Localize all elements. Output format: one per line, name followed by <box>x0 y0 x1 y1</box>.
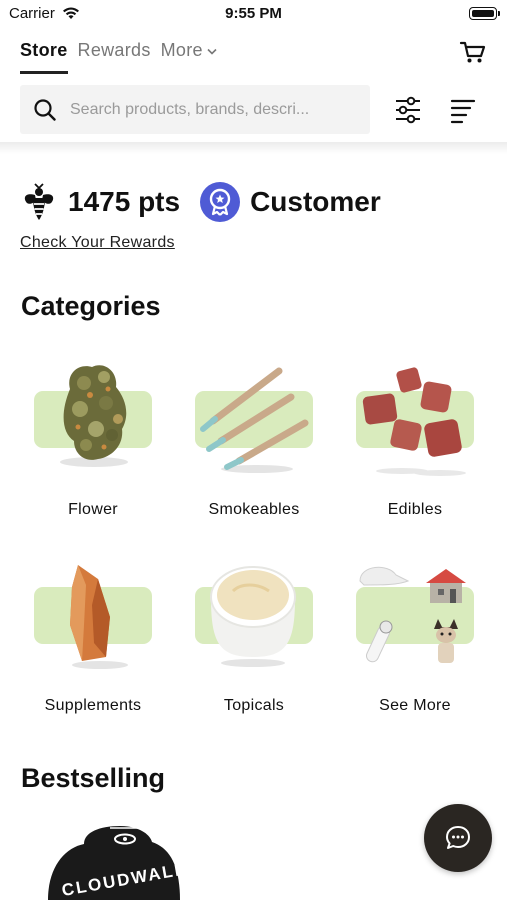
category-see-more[interactable]: See More <box>342 545 502 715</box>
see-more-image <box>359 566 466 663</box>
category-label: Flower <box>68 501 118 518</box>
category-smokeables[interactable]: Smokeables <box>181 349 341 519</box>
category-label: Edibles <box>387 501 443 518</box>
supplements-image <box>70 565 128 669</box>
chat-bubble-icon <box>446 826 470 849</box>
chevron-down-icon <box>207 48 217 55</box>
edibles-image <box>362 367 466 476</box>
tab-rewards[interactable]: Rewards <box>78 38 151 76</box>
search-input[interactable] <box>70 97 360 123</box>
sort-icon[interactable] <box>450 98 476 124</box>
bee-icon <box>24 183 54 220</box>
search-icon <box>34 99 56 121</box>
search-bar <box>20 85 370 134</box>
categories-title: Categories <box>21 291 161 321</box>
rewards-summary: 1475 pts Customer <box>22 182 381 222</box>
tier-name: Customer <box>250 186 381 217</box>
cloudwalker-logo: CLOUDWALKER <box>48 826 200 900</box>
brand-logo[interactable]: CLOUDWALKER <box>40 826 200 900</box>
smokeables-image <box>200 367 309 473</box>
category-topicals[interactable]: Topicals <box>181 545 341 715</box>
clock: 9:55 PM <box>225 5 282 22</box>
category-edibles[interactable]: Edibles <box>342 349 502 519</box>
status-bar: Carrier 9:55 PM <box>0 0 507 28</box>
category-label: Topicals <box>223 697 285 714</box>
bestselling-title: Bestselling <box>21 763 166 793</box>
check-rewards-link[interactable]: Check Your Rewards <box>20 234 175 252</box>
category-label: See More <box>379 697 451 714</box>
chat-button[interactable] <box>424 804 492 872</box>
category-supplements[interactable]: Supplements <box>20 545 180 715</box>
header-divider <box>0 142 507 154</box>
tab-store[interactable]: Store <box>20 38 68 76</box>
tier-badge-icon <box>200 182 241 222</box>
topicals-image <box>210 566 296 667</box>
top-tabs: Store Rewards More <box>20 38 227 76</box>
flower-image <box>60 365 128 467</box>
cart-icon[interactable] <box>459 38 487 66</box>
filter-icon[interactable] <box>394 96 422 124</box>
points-balance: 1475 pts <box>68 186 181 217</box>
category-flower[interactable]: Flower <box>20 349 180 519</box>
category-label: Supplements <box>44 697 142 714</box>
tab-more[interactable]: More <box>161 38 217 76</box>
category-label: Smokeables <box>208 501 300 518</box>
battery-icon <box>469 7 500 20</box>
